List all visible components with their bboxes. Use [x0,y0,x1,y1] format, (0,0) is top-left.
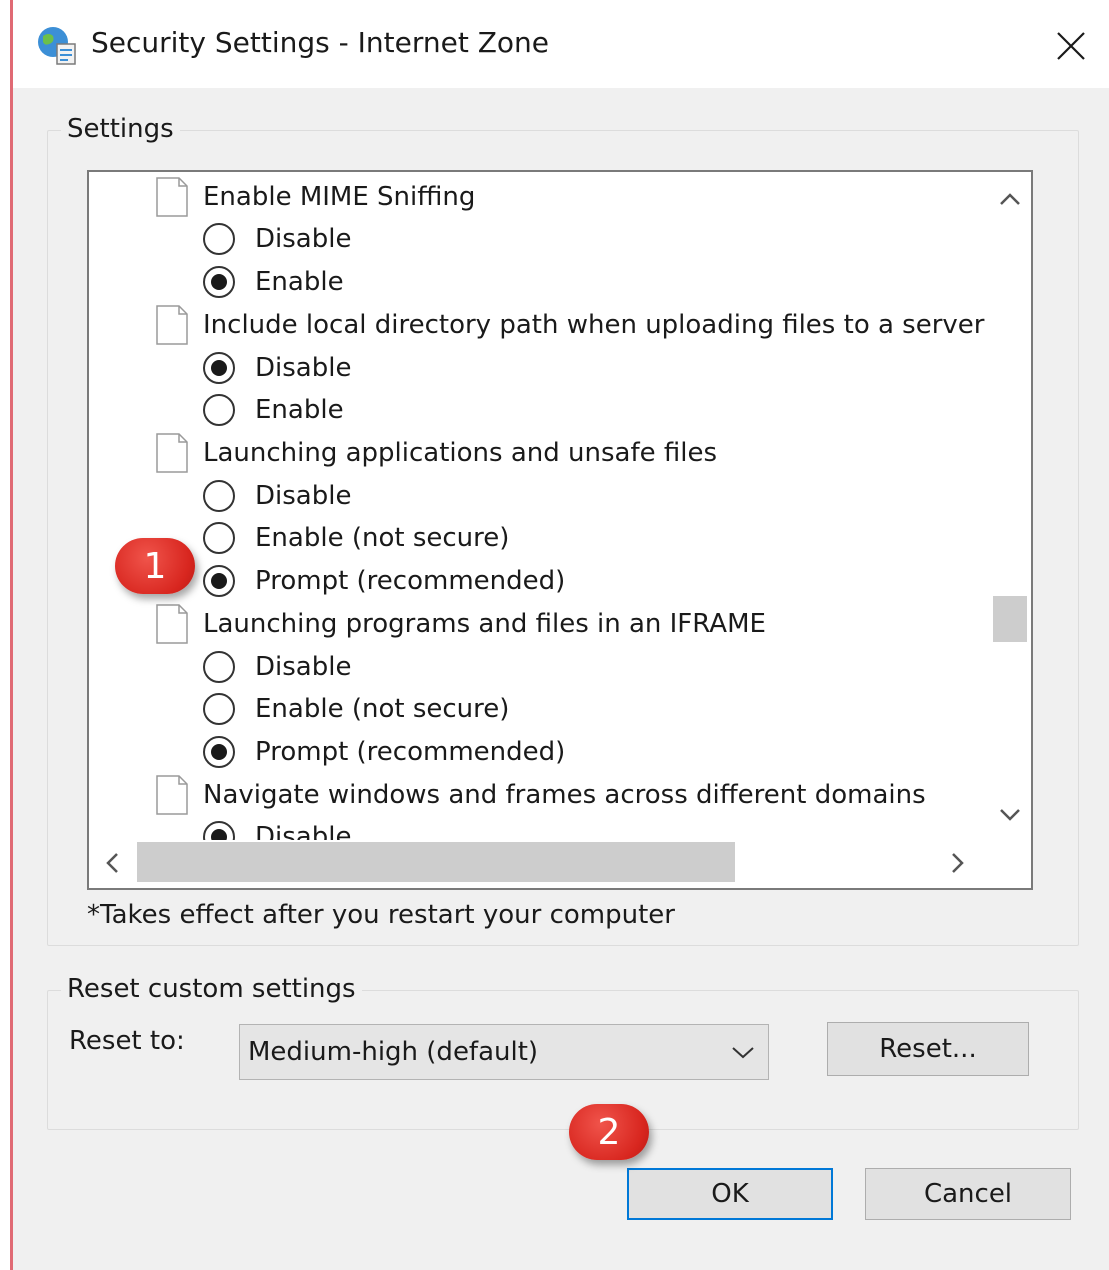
radio-button-selected[interactable] [203,821,235,840]
reset-group-label: Reset custom settings [61,974,362,1004]
radio-option-label: Enable [255,267,344,297]
radio-option[interactable]: Disable [203,218,351,260]
scroll-right-button[interactable] [941,844,975,882]
radio-option[interactable]: Disable [203,646,351,688]
step-badge-1: 1 [115,538,195,594]
radio-option-label: Enable [255,395,344,425]
radio-button-selected[interactable] [203,266,235,298]
radio-button-selected[interactable] [203,352,235,384]
chevron-down-icon [1000,809,1020,821]
scroll-left-button[interactable] [95,844,129,882]
setting-heading-label: Launching programs and files in an IFRAM… [203,609,766,639]
restart-footnote: *Takes effect after you restart your com… [87,900,675,930]
setting-heading-label: Navigate windows and frames across diffe… [203,780,926,810]
document-icon [156,775,188,815]
radio-button-selected[interactable] [203,565,235,597]
radio-button[interactable] [203,693,235,725]
setting-heading-label: Include local directory path when upload… [203,310,985,340]
radio-option-label: Prompt (recommended) [255,566,566,596]
document-icon [156,177,188,217]
setting-heading-label: Launching applications and unsafe files [203,438,718,468]
reset-button[interactable]: Reset... [827,1022,1029,1076]
reset-level-dropdown[interactable]: Medium-high (default) [239,1024,769,1080]
setting-heading: Include local directory path when upload… [155,304,985,346]
radio-button[interactable] [203,223,235,255]
setting-heading-label: Enable MIME Sniffing [203,182,476,212]
settings-group-label: Settings [61,114,180,144]
chevron-left-icon [106,853,118,873]
horizontal-scroll-thumb[interactable] [137,842,735,882]
radio-option[interactable]: Enable [203,261,344,303]
setting-heading: Launching applications and unsafe files [155,432,717,474]
radio-option[interactable]: Enable (not secure) [203,517,509,559]
settings-list[interactable]: Enable MIME Sniffing Disable Enable Incl… [87,170,1033,890]
radio-option-label: Disable [255,224,352,254]
vertical-scroll-thumb[interactable] [993,596,1027,642]
reset-level-value: Medium-high (default) [248,1037,539,1067]
globe-shield-icon [38,27,76,65]
chevron-up-icon [1000,193,1020,205]
close-icon [1057,32,1085,60]
setting-heading: Launching programs and files in an IFRAM… [155,603,766,645]
chevron-right-icon [952,853,964,873]
radio-option[interactable]: Disable [203,475,351,517]
radio-option-label: Disable [255,481,352,511]
radio-option[interactable]: Enable [203,389,344,431]
radio-option-label: Disable [255,822,352,840]
radio-option-label: Disable [255,353,352,383]
document-icon [156,433,188,473]
settings-list-viewport: Enable MIME Sniffing Disable Enable Incl… [89,172,987,840]
radio-option[interactable]: Prompt (recommended) [203,731,565,773]
radio-button[interactable] [203,394,235,426]
title-bar: Security Settings - Internet Zone [13,0,1109,88]
reset-to-label: Reset to: [69,1026,185,1056]
radio-button[interactable] [203,522,235,554]
document-icon [156,604,188,644]
close-button[interactable] [1043,18,1099,74]
radio-button-selected[interactable] [203,736,235,768]
chevron-down-icon [732,1047,754,1059]
setting-heading: Navigate windows and frames across diffe… [155,774,926,816]
step-badge-2: 2 [569,1104,649,1160]
setting-heading: Enable MIME Sniffing [155,176,475,218]
radio-option-label: Enable (not secure) [255,694,510,724]
radio-option-label: Enable (not secure) [255,523,510,553]
cancel-button[interactable]: Cancel [865,1168,1071,1220]
radio-button[interactable] [203,480,235,512]
radio-option[interactable]: Enable (not secure) [203,688,509,730]
radio-option[interactable]: Disable [203,347,351,389]
security-settings-dialog: Security Settings - Internet Zone Settin… [13,0,1109,1270]
radio-button[interactable] [203,651,235,683]
radio-option[interactable]: Disable [203,816,351,840]
window-title: Security Settings - Internet Zone [91,26,549,59]
ok-button[interactable]: OK [627,1168,833,1220]
horizontal-scrollbar[interactable] [89,840,1031,888]
radio-option[interactable]: Prompt (recommended) [203,560,565,602]
scroll-down-button[interactable] [993,798,1027,832]
document-icon [156,305,188,345]
radio-option-label: Disable [255,652,352,682]
scroll-up-button[interactable] [993,182,1027,216]
vertical-scrollbar[interactable] [987,172,1031,840]
radio-option-label: Prompt (recommended) [255,737,566,767]
